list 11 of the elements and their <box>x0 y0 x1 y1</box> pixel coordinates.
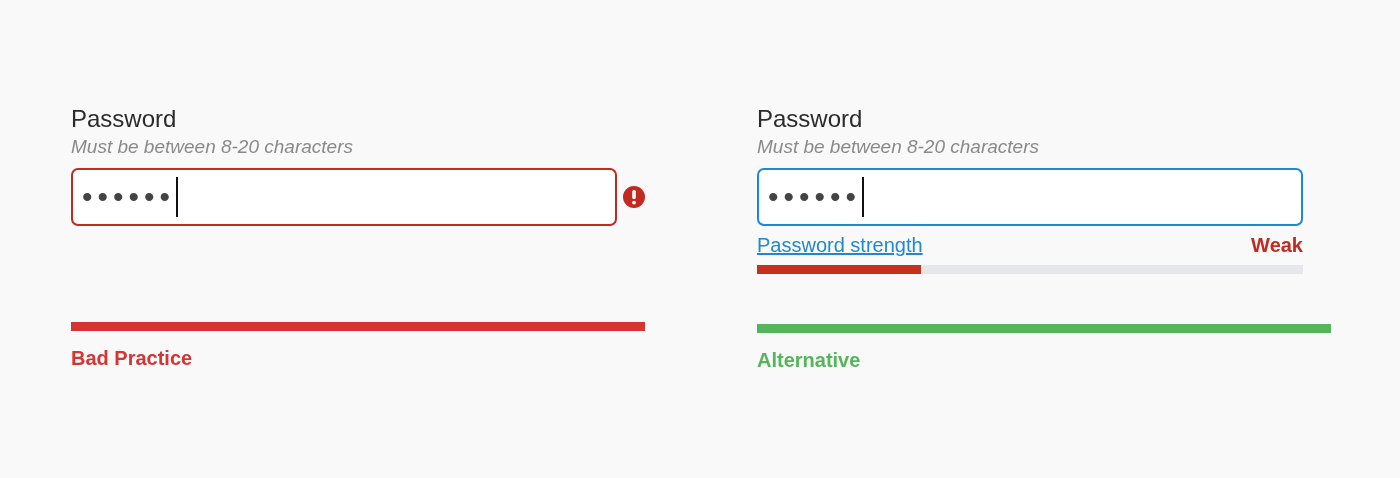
field-hint: Must be between 8-20 characters <box>71 135 354 159</box>
verdict-label: Alternative <box>757 348 862 373</box>
field-label: Password <box>757 104 864 134</box>
field-hint: Must be between 8-20 characters <box>757 135 1040 159</box>
verdict-label: Bad Practice <box>71 346 194 371</box>
error-icon <box>623 186 645 208</box>
strength-link[interactable]: Password strength <box>757 230 923 260</box>
password-field[interactable]: •••••• <box>757 168 1303 226</box>
field-label: Password <box>71 104 178 134</box>
strength-reading: Weak <box>1251 233 1303 258</box>
password-field[interactable]: •••••• <box>71 168 617 226</box>
